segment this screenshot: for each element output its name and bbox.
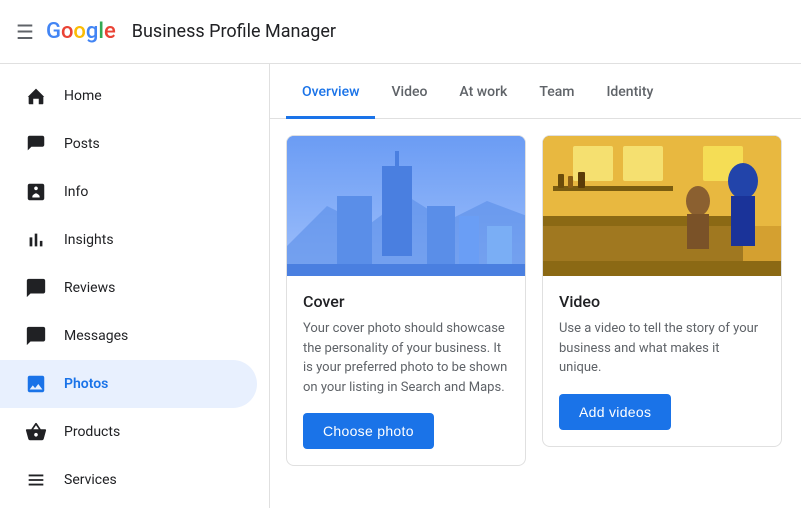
products-icon bbox=[24, 420, 48, 444]
menu-icon[interactable]: ☰ bbox=[16, 20, 34, 44]
logo-g-blue2: g bbox=[86, 19, 98, 44]
posts-icon bbox=[24, 132, 48, 156]
video-card: Video Use a video to tell the story of y… bbox=[542, 135, 782, 447]
sidebar-item-products-label: Products bbox=[64, 424, 120, 440]
cover-card: Cover Your cover photo should showcase t… bbox=[286, 135, 526, 466]
sidebar: Home Posts Info Insights Reviews bbox=[0, 64, 270, 508]
sidebar-item-messages-label: Messages bbox=[64, 328, 128, 344]
cover-illustration bbox=[287, 136, 525, 276]
cards-area: Cover Your cover photo should showcase t… bbox=[270, 119, 801, 508]
logo-o-yellow: o bbox=[73, 19, 85, 44]
tab-video[interactable]: Video bbox=[375, 64, 443, 119]
logo-g-blue: G bbox=[46, 19, 61, 44]
logo-e-red: e bbox=[104, 19, 116, 44]
sidebar-item-insights-label: Insights bbox=[64, 232, 114, 248]
home-icon bbox=[24, 84, 48, 108]
sidebar-item-posts[interactable]: Posts bbox=[0, 120, 257, 168]
tab-identity[interactable]: Identity bbox=[590, 64, 669, 119]
topbar: ☰ Google Business Profile Manager bbox=[0, 0, 801, 64]
tabs: Overview Video At work Team Identity bbox=[270, 64, 801, 119]
sidebar-item-messages[interactable]: Messages bbox=[0, 312, 257, 360]
video-photo bbox=[543, 136, 781, 276]
video-card-description: Use a video to tell the story of your bu… bbox=[559, 319, 765, 378]
sidebar-item-services-label: Services bbox=[64, 472, 117, 488]
logo-o-red: o bbox=[61, 19, 73, 44]
cover-card-description: Your cover photo should showcase the per… bbox=[303, 319, 509, 397]
photos-icon bbox=[24, 372, 48, 396]
sidebar-item-services[interactable]: Services bbox=[0, 456, 257, 504]
insights-icon bbox=[24, 228, 48, 252]
sidebar-item-info-label: Info bbox=[64, 184, 88, 200]
reviews-icon bbox=[24, 276, 48, 300]
services-icon bbox=[24, 468, 48, 492]
sidebar-item-home-label: Home bbox=[64, 88, 102, 104]
content: Overview Video At work Team Identity bbox=[270, 64, 801, 508]
sidebar-item-reviews-label: Reviews bbox=[64, 280, 115, 296]
app-title: Business Profile Manager bbox=[132, 21, 336, 42]
choose-photo-button[interactable]: Choose photo bbox=[303, 413, 434, 449]
google-logo: Google bbox=[46, 19, 116, 44]
sidebar-item-reviews[interactable]: Reviews bbox=[0, 264, 257, 312]
messages-icon bbox=[24, 324, 48, 348]
sidebar-item-info[interactable]: Info bbox=[0, 168, 257, 216]
cover-card-title: Cover bbox=[303, 292, 509, 311]
tab-at-work[interactable]: At work bbox=[443, 64, 523, 119]
sidebar-item-posts-label: Posts bbox=[64, 136, 100, 152]
sidebar-item-products[interactable]: Products bbox=[0, 408, 257, 456]
video-card-body: Video Use a video to tell the story of y… bbox=[543, 276, 781, 446]
tab-overview[interactable]: Overview bbox=[286, 64, 375, 119]
main-layout: Home Posts Info Insights Reviews bbox=[0, 64, 801, 508]
video-card-title: Video bbox=[559, 292, 765, 311]
sidebar-item-insights[interactable]: Insights bbox=[0, 216, 257, 264]
info-icon bbox=[24, 180, 48, 204]
sidebar-item-photos[interactable]: Photos bbox=[0, 360, 257, 408]
tab-team[interactable]: Team bbox=[523, 64, 590, 119]
sidebar-item-photos-label: Photos bbox=[64, 376, 108, 392]
cover-card-body: Cover Your cover photo should showcase t… bbox=[287, 276, 525, 465]
sidebar-item-home[interactable]: Home bbox=[0, 72, 257, 120]
add-videos-button[interactable]: Add videos bbox=[559, 394, 671, 430]
